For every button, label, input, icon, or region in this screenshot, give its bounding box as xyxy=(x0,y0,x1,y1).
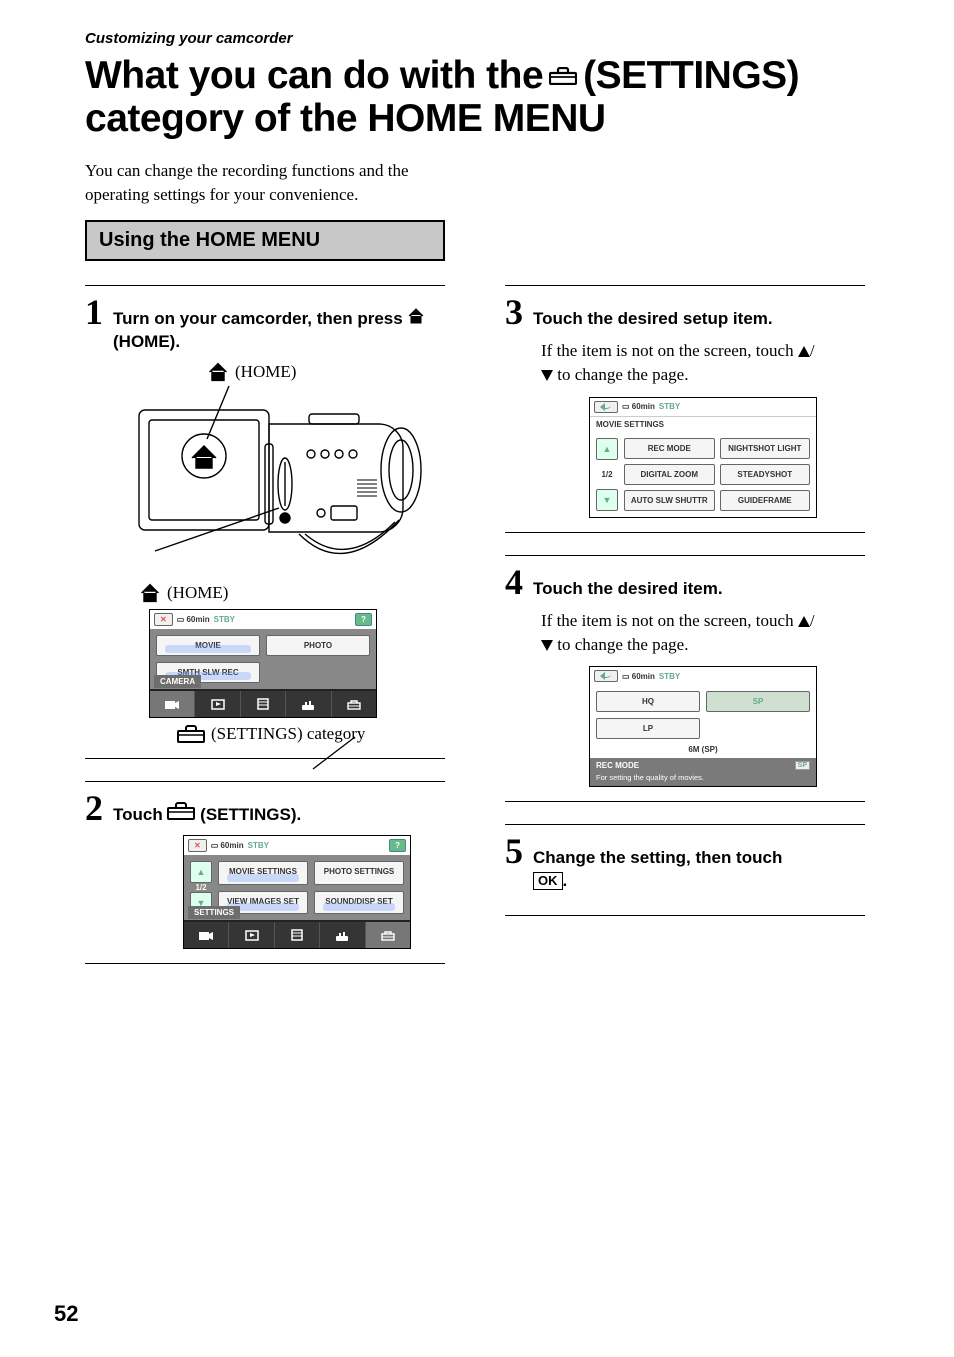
step-5-text: Change the setting, then touch OK. xyxy=(533,843,865,893)
help-icon[interactable]: ? xyxy=(389,839,406,852)
tab-camera[interactable] xyxy=(184,922,229,948)
current-mode-badge: SP xyxy=(795,761,810,770)
digital-zoom-button[interactable]: DIGITAL ZOOM xyxy=(624,464,715,485)
tab-settings[interactable] xyxy=(332,691,376,717)
page-indicator: 1/2 xyxy=(190,883,212,892)
lcd-screenshot-movie-settings: ▭ 60min STBY MOVIE SETTINGS ▲ 1/2 ▼ REC … xyxy=(589,397,817,518)
step-4: 4 Touch the desired item. If the item is… xyxy=(505,555,865,803)
triangle-down-icon xyxy=(541,370,553,381)
page-indicator: 1/2 xyxy=(596,470,618,479)
home-icon xyxy=(139,583,161,603)
tab-camera[interactable] xyxy=(150,691,195,717)
toolbox-icon xyxy=(167,802,195,820)
step-4-number: 4 xyxy=(505,564,523,600)
title-part-2: (SETTINGS) xyxy=(583,55,799,98)
steadyshot-button[interactable]: STEADYSHOT xyxy=(720,464,811,485)
page-up-button[interactable]: ▲ xyxy=(190,861,212,883)
home-button-body-label: (HOME) xyxy=(139,583,445,603)
hq-button[interactable]: HQ xyxy=(596,691,700,712)
record-status: STBY xyxy=(659,402,680,411)
battery-indicator: ▭ 60min xyxy=(622,402,655,411)
photo-button[interactable]: PHOTO xyxy=(266,635,370,656)
camcorder-illustration xyxy=(99,384,429,574)
movie-settings-button[interactable]: MOVIE SETTINGS xyxy=(218,861,308,885)
tab-manage[interactable] xyxy=(286,691,331,717)
title-part-3: category of the HOME MENU xyxy=(85,97,606,140)
lcd-screenshot-rec-mode: ▭ 60min STBY HQ SP LP 6M (SP) REC MODE S… xyxy=(589,666,817,787)
auto-slow-shutter-button[interactable]: AUTO SLW SHUTTR xyxy=(624,490,715,511)
battery-indicator: ▭ 60min xyxy=(211,841,244,850)
tab-others[interactable] xyxy=(275,922,320,948)
lp-button[interactable]: LP xyxy=(596,718,700,739)
step-1-text: Turn on your camcorder, then press (HOME… xyxy=(113,304,445,354)
step-3-text: Touch the desired setup item. xyxy=(533,304,865,331)
tab-settings[interactable] xyxy=(366,922,410,948)
lcd-footer-description: For setting the quality of movies. xyxy=(590,773,816,786)
title-part-1: What you can do with the xyxy=(85,55,543,98)
step-3-number: 3 xyxy=(505,294,523,330)
tab-manage[interactable] xyxy=(320,922,365,948)
subsection-heading: Using the HOME MENU xyxy=(85,220,445,261)
close-icon[interactable]: ✕ xyxy=(154,613,173,626)
step-5-number: 5 xyxy=(505,833,523,869)
page-number: 52 xyxy=(54,1301,78,1327)
record-status: STBY xyxy=(659,672,680,681)
toolbox-icon xyxy=(177,725,205,743)
step-1: 1 Turn on your camcorder, then press (HO… xyxy=(85,285,445,759)
tab-others[interactable] xyxy=(241,691,286,717)
page-down-button[interactable]: ▼ xyxy=(596,489,618,511)
step-3-body: If the item is not on the screen, touch … xyxy=(541,339,865,387)
step-1-number: 1 xyxy=(85,294,103,330)
page-up-button[interactable]: ▲ xyxy=(596,438,618,460)
battery-indicator: ▭ 60min xyxy=(622,672,655,681)
step-2: 2 Touch (SETTINGS). ✕ ▭ 60min STBY ? xyxy=(85,781,445,964)
close-icon[interactable]: ✕ xyxy=(188,839,207,852)
category-label: SETTINGS xyxy=(188,906,240,919)
step-4-body: If the item is not on the screen, touch … xyxy=(541,609,865,657)
left-column: 1 Turn on your camcorder, then press (HO… xyxy=(85,285,445,964)
movie-button[interactable]: MOVIE xyxy=(156,635,260,656)
lcd-footer-title: REC MODE xyxy=(596,761,639,770)
triangle-up-icon xyxy=(798,346,810,357)
nightshot-light-button[interactable]: NIGHTSHOT LIGHT xyxy=(720,438,811,459)
lcd-screenshot-camera-menu: ✕ ▭ 60min STBY ? MOVIE PHOTO SMTH xyxy=(149,609,377,718)
tab-view-images[interactable] xyxy=(229,922,274,948)
rec-mode-current-value: 6M (SP) xyxy=(590,741,816,758)
step-2-number: 2 xyxy=(85,790,103,826)
home-button-screen-label: (HOME) xyxy=(207,362,445,382)
step-4-text: Touch the desired item. xyxy=(533,574,865,601)
record-status: STBY xyxy=(214,615,235,624)
tab-view-images[interactable] xyxy=(195,691,240,717)
record-status: STBY xyxy=(248,841,269,850)
rec-mode-button[interactable]: REC MODE xyxy=(624,438,715,459)
section-masthead: Customizing your camcorder xyxy=(85,30,882,47)
sp-button[interactable]: SP xyxy=(706,691,810,712)
ok-button-label: OK xyxy=(533,872,563,890)
sound-disp-set-button[interactable]: SOUND/DISP SET xyxy=(314,891,404,915)
step-2-text: Touch (SETTINGS). xyxy=(113,798,445,827)
triangle-down-icon xyxy=(541,640,553,651)
lcd-screen-title: MOVIE SETTINGS xyxy=(590,416,816,432)
home-icon xyxy=(407,308,425,324)
help-icon[interactable]: ? xyxy=(355,613,372,626)
home-icon xyxy=(207,362,229,382)
intro-text: You can change the recording functions a… xyxy=(85,159,445,207)
photo-settings-button[interactable]: PHOTO SETTINGS xyxy=(314,861,404,885)
triangle-up-icon xyxy=(798,616,810,627)
page-title: What you can do with the (SETTINGS) cate… xyxy=(85,55,882,141)
right-column: 3 Touch the desired setup item. If the i… xyxy=(505,285,865,964)
settings-category-label: (SETTINGS) category xyxy=(177,724,445,744)
step-3: 3 Touch the desired setup item. If the i… xyxy=(505,285,865,533)
back-icon[interactable] xyxy=(594,670,618,682)
battery-indicator: ▭ 60min xyxy=(177,615,210,624)
guideframe-button[interactable]: GUIDEFRAME xyxy=(720,490,811,511)
step-5: 5 Change the setting, then touch OK. xyxy=(505,824,865,916)
toolbox-icon xyxy=(549,67,577,85)
category-label: CAMERA xyxy=(154,675,201,688)
lcd-screenshot-settings-menu: ✕ ▭ 60min STBY ? ▲ 1/2 ▼ MOVIE SET xyxy=(183,835,411,949)
back-icon[interactable] xyxy=(594,401,618,413)
